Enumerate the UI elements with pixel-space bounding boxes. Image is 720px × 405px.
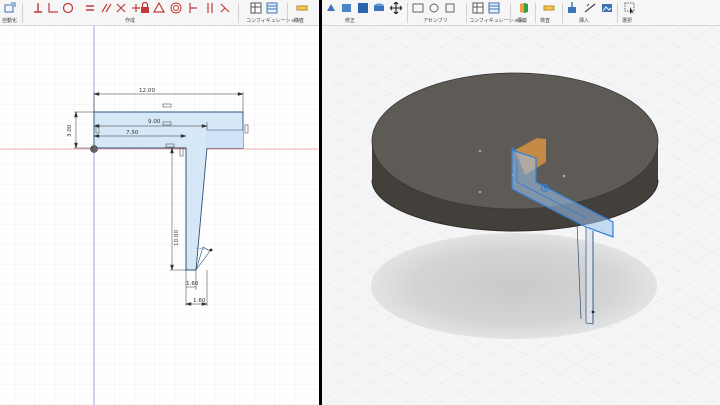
sketch-point[interactable] [591,310,595,314]
sketch-point[interactable] [511,147,515,151]
model-pane[interactable]: 修正 アセンブリ コンフィギュレーション 構築 検査 挿入 選択 [322,0,720,405]
sketch-pane[interactable]: 自動化 作成 コンフィギュレーション 検査 12.00 9.00 7.50 3.… [0,0,319,405]
origin-point-icon[interactable] [90,145,98,153]
sketch-point[interactable] [478,149,482,153]
sketch-point[interactable] [511,173,515,177]
sketch-canvas[interactable]: 12.00 9.00 7.50 3.00 10.00 1.60 1.60 [0,0,319,405]
model-viewport[interactable] [322,0,720,405]
ground-shadow [371,233,657,339]
dimension-inner-width-label[interactable]: 9.00 [148,119,161,125]
sketch-point[interactable] [562,174,566,178]
dimension-leg-bottom-b-label[interactable]: 1.60 [193,298,206,304]
sketch-point[interactable] [209,248,213,252]
dimension-height-label[interactable]: 3.00 [67,124,73,137]
table-leg[interactable] [585,227,594,325]
dimension-offset-width-label[interactable]: 7.50 [126,130,139,136]
dimension-leg-height-label[interactable]: 10.00 [174,230,180,246]
dimension-overall-width-label[interactable]: 12.00 [139,88,155,94]
dimension-leg-bottom-a-label[interactable]: 1.60 [186,281,199,287]
sketch-point[interactable] [478,190,482,194]
